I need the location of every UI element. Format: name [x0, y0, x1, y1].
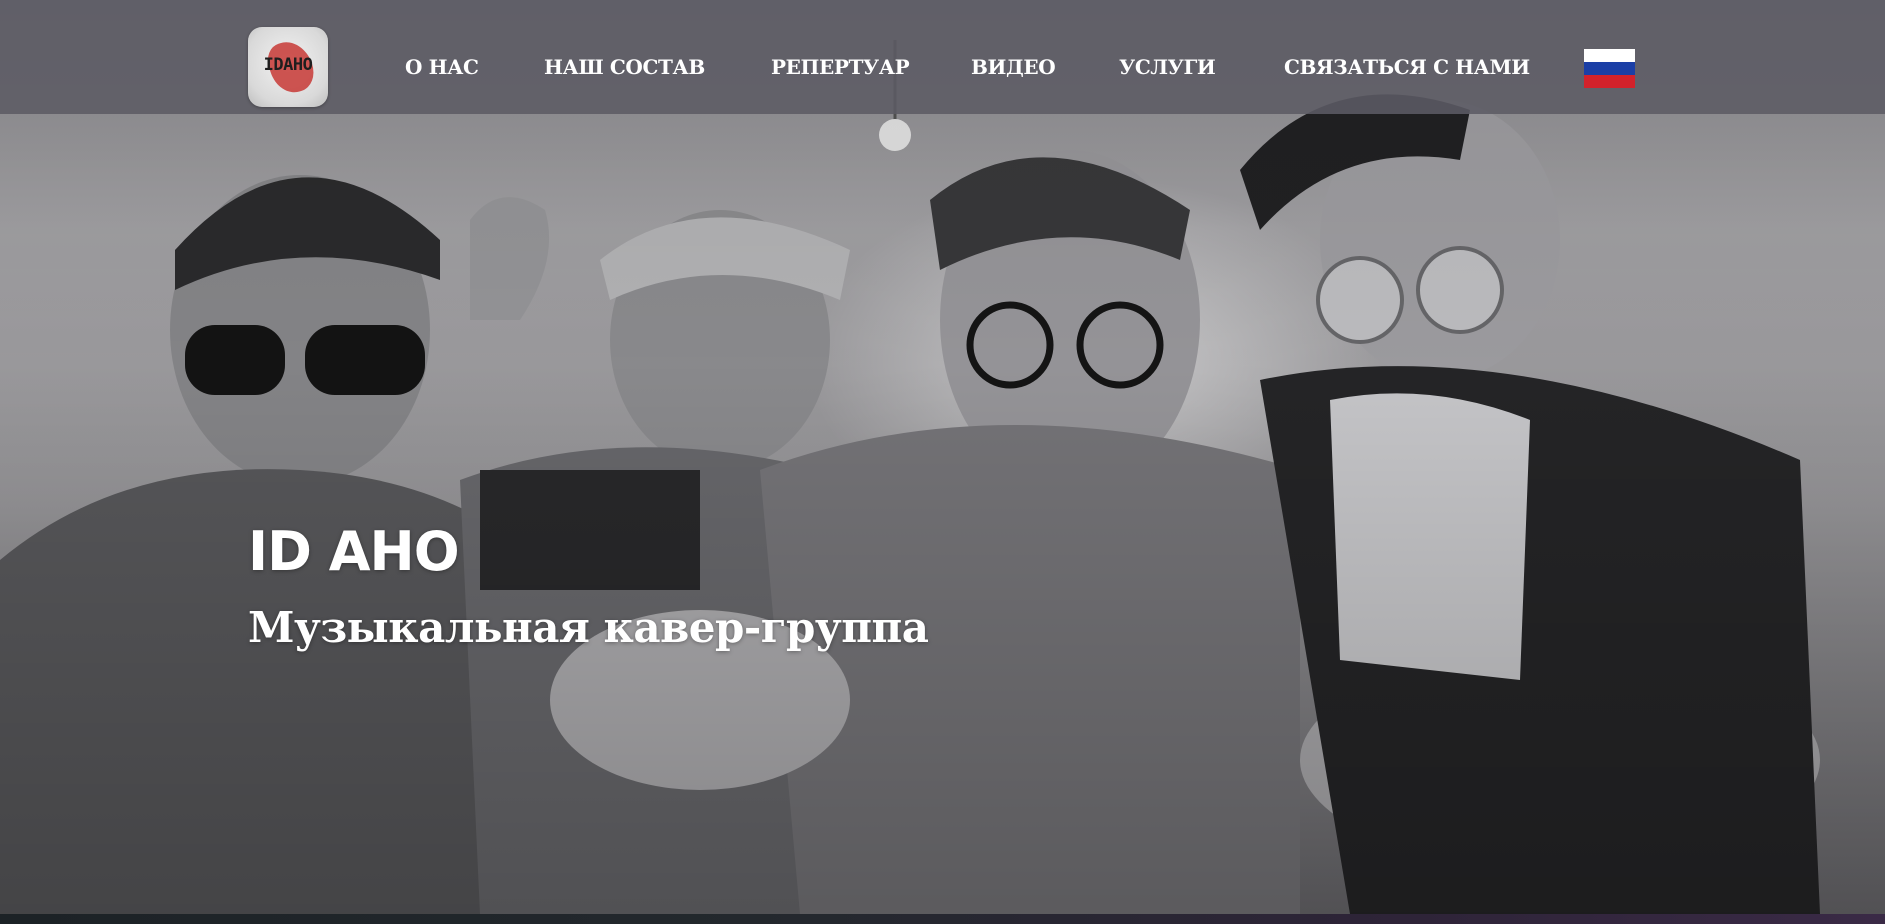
hero-title: ID AHO [248, 520, 460, 583]
logo-text: IDAHO [263, 55, 313, 75]
nav-item-repertoire[interactable]: РЕПЕРТУАР [771, 55, 910, 79]
hero-band-photo [0, 0, 1885, 914]
nav-item-services[interactable]: УСЛУГИ [1119, 55, 1216, 79]
nav-item-video[interactable]: ВИДЕО [971, 55, 1056, 79]
page: IDAHO О НАС НАШ СОСТАВ РЕПЕРТУАР ВИДЕО У… [0, 0, 1885, 924]
bottom-strip [0, 914, 1885, 924]
nav-item-about[interactable]: О НАС [405, 55, 479, 79]
russian-flag-icon[interactable] [1584, 49, 1635, 88]
hero-subtitle: Музыкальная кавер-группа [248, 603, 929, 652]
site-header: IDAHO О НАС НАШ СОСТАВ РЕПЕРТУАР ВИДЕО У… [0, 0, 1885, 114]
nav-item-lineup[interactable]: НАШ СОСТАВ [544, 55, 705, 79]
logo[interactable]: IDAHO [248, 27, 328, 107]
nav-item-contact[interactable]: СВЯЗАТЬСЯ С НАМИ [1284, 55, 1530, 79]
